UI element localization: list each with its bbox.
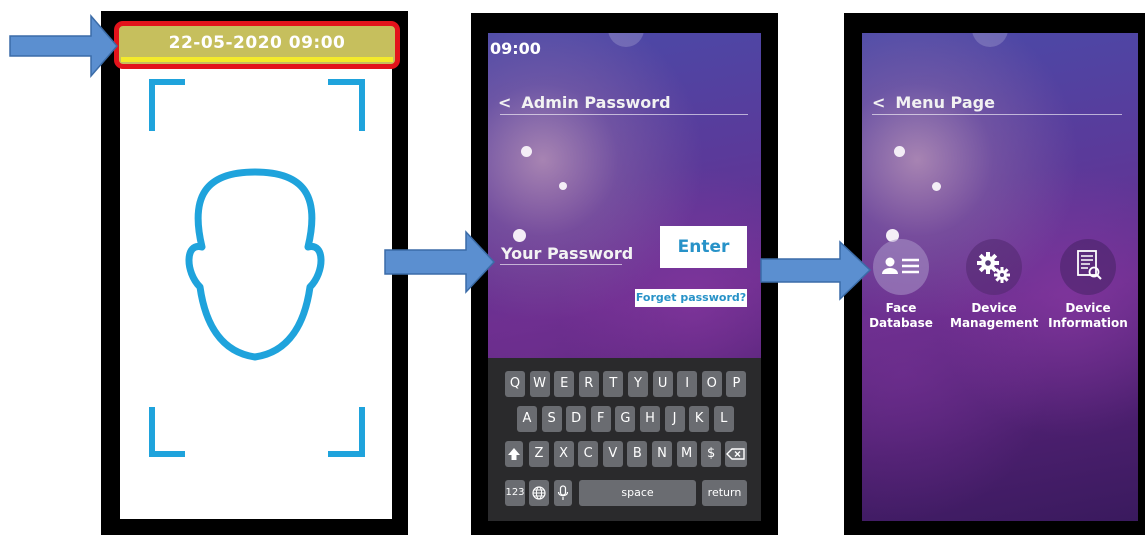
- backspace-key[interactable]: [725, 441, 747, 467]
- frame-corner-bottom-right: [328, 407, 365, 457]
- key-b[interactable]: B: [627, 441, 648, 467]
- enter-button[interactable]: Enter: [660, 226, 747, 268]
- page-title-text: Menu Page: [895, 93, 995, 112]
- page-title-text: Admin Password: [521, 93, 671, 112]
- menu-item-device-management[interactable]: Device Management: [950, 239, 1038, 331]
- forget-password-link[interactable]: Forget password?: [635, 289, 747, 307]
- backspace-icon: [726, 448, 745, 460]
- menu-item-device-information[interactable]: Device Information: [1048, 239, 1128, 331]
- status-time: 09:00: [490, 39, 541, 58]
- key-l[interactable]: L: [713, 406, 734, 432]
- globe-key[interactable]: [529, 480, 549, 506]
- microphone-key[interactable]: [554, 480, 572, 506]
- globe-icon: [532, 486, 546, 500]
- datetime-bar: 22-05-2020 09:00: [114, 21, 400, 69]
- key-r[interactable]: R: [578, 371, 599, 397]
- datetime-text: 22-05-2020 09:00: [168, 33, 346, 53]
- menu-item-label-line1: Device: [1065, 301, 1111, 315]
- microphone-icon: [557, 485, 569, 500]
- key-a[interactable]: A: [517, 406, 537, 432]
- return-key[interactable]: return: [702, 480, 747, 506]
- key-d[interactable]: D: [566, 406, 587, 432]
- key-y[interactable]: Y: [628, 371, 648, 397]
- password-underline: [500, 264, 622, 265]
- arrow-to-menu-screen: [760, 240, 872, 301]
- bokeh-dot: [513, 229, 526, 242]
- key-s[interactable]: S: [541, 406, 562, 432]
- menu-page-screen: < Menu Page Face Database Device Managem…: [862, 33, 1138, 521]
- space-key[interactable]: space: [579, 480, 696, 506]
- back-icon[interactable]: <: [872, 93, 885, 112]
- face-scan-screen: [120, 22, 392, 519]
- key-z[interactable]: Z: [529, 441, 549, 467]
- key-k[interactable]: K: [689, 406, 710, 432]
- numbers-key[interactable]: 123: [505, 480, 525, 506]
- document-search-icon: [1060, 239, 1116, 295]
- page-title: < Admin Password: [498, 93, 671, 112]
- bokeh-light: [608, 33, 644, 47]
- password-field[interactable]: Your Password: [501, 244, 633, 263]
- key-v[interactable]: V: [602, 441, 623, 467]
- bokeh-dot: [894, 146, 905, 157]
- datetime-underline: [121, 57, 393, 62]
- menu-item-label-line2: Information: [1048, 316, 1128, 330]
- frame-corner-top-left: [149, 79, 185, 131]
- key-q[interactable]: Q: [505, 371, 525, 397]
- key-c[interactable]: C: [578, 441, 599, 467]
- shift-icon: [508, 448, 520, 460]
- key-n[interactable]: N: [652, 441, 672, 467]
- key-j[interactable]: J: [664, 406, 685, 432]
- key-x[interactable]: X: [553, 441, 574, 467]
- gears-icon: [966, 239, 1022, 295]
- bokeh-dot: [559, 182, 567, 190]
- title-divider: [500, 114, 748, 115]
- admin-password-screen: 09:00 < Admin Password Your Password Ente…: [488, 33, 761, 521]
- key-m[interactable]: M: [676, 441, 697, 467]
- menu-item-label-line2: Management: [950, 316, 1039, 330]
- menu-item-label-line1: Face: [885, 301, 917, 315]
- face-outline-icon: [185, 168, 325, 361]
- bokeh-light: [972, 33, 1008, 47]
- face-database-icon: [873, 239, 929, 295]
- face-scan-graphic: [149, 79, 365, 457]
- key-e[interactable]: E: [554, 371, 575, 397]
- key-g[interactable]: G: [615, 406, 636, 432]
- bokeh-dot: [932, 182, 941, 191]
- back-icon[interactable]: <: [498, 93, 511, 112]
- key-p[interactable]: P: [726, 371, 747, 397]
- menu-item-label-line1: Device: [971, 301, 1017, 315]
- title-divider: [872, 114, 1122, 115]
- page-title: < Menu Page: [872, 93, 995, 112]
- key-u[interactable]: U: [652, 371, 673, 397]
- key-$[interactable]: $: [701, 441, 722, 467]
- menu-item-face-database[interactable]: Face Database: [864, 239, 938, 331]
- onscreen-keyboard: QWERTYUIOP ASDFGHJKL ZXCVBNM$ 123: [488, 358, 761, 521]
- key-t[interactable]: T: [603, 371, 624, 397]
- key-i[interactable]: I: [677, 371, 698, 397]
- arrow-to-datetime: [9, 14, 118, 79]
- frame-corner-top-right: [328, 79, 365, 131]
- key-f[interactable]: F: [590, 406, 611, 432]
- bokeh-dot: [521, 146, 532, 157]
- key-h[interactable]: H: [640, 406, 660, 432]
- frame-corner-bottom-left: [149, 407, 185, 457]
- arrow-to-password-screen: [384, 230, 496, 294]
- key-w[interactable]: W: [529, 371, 550, 397]
- menu-item-label-line2: Database: [869, 316, 933, 330]
- key-o[interactable]: O: [701, 371, 722, 397]
- shift-key[interactable]: [505, 441, 523, 467]
